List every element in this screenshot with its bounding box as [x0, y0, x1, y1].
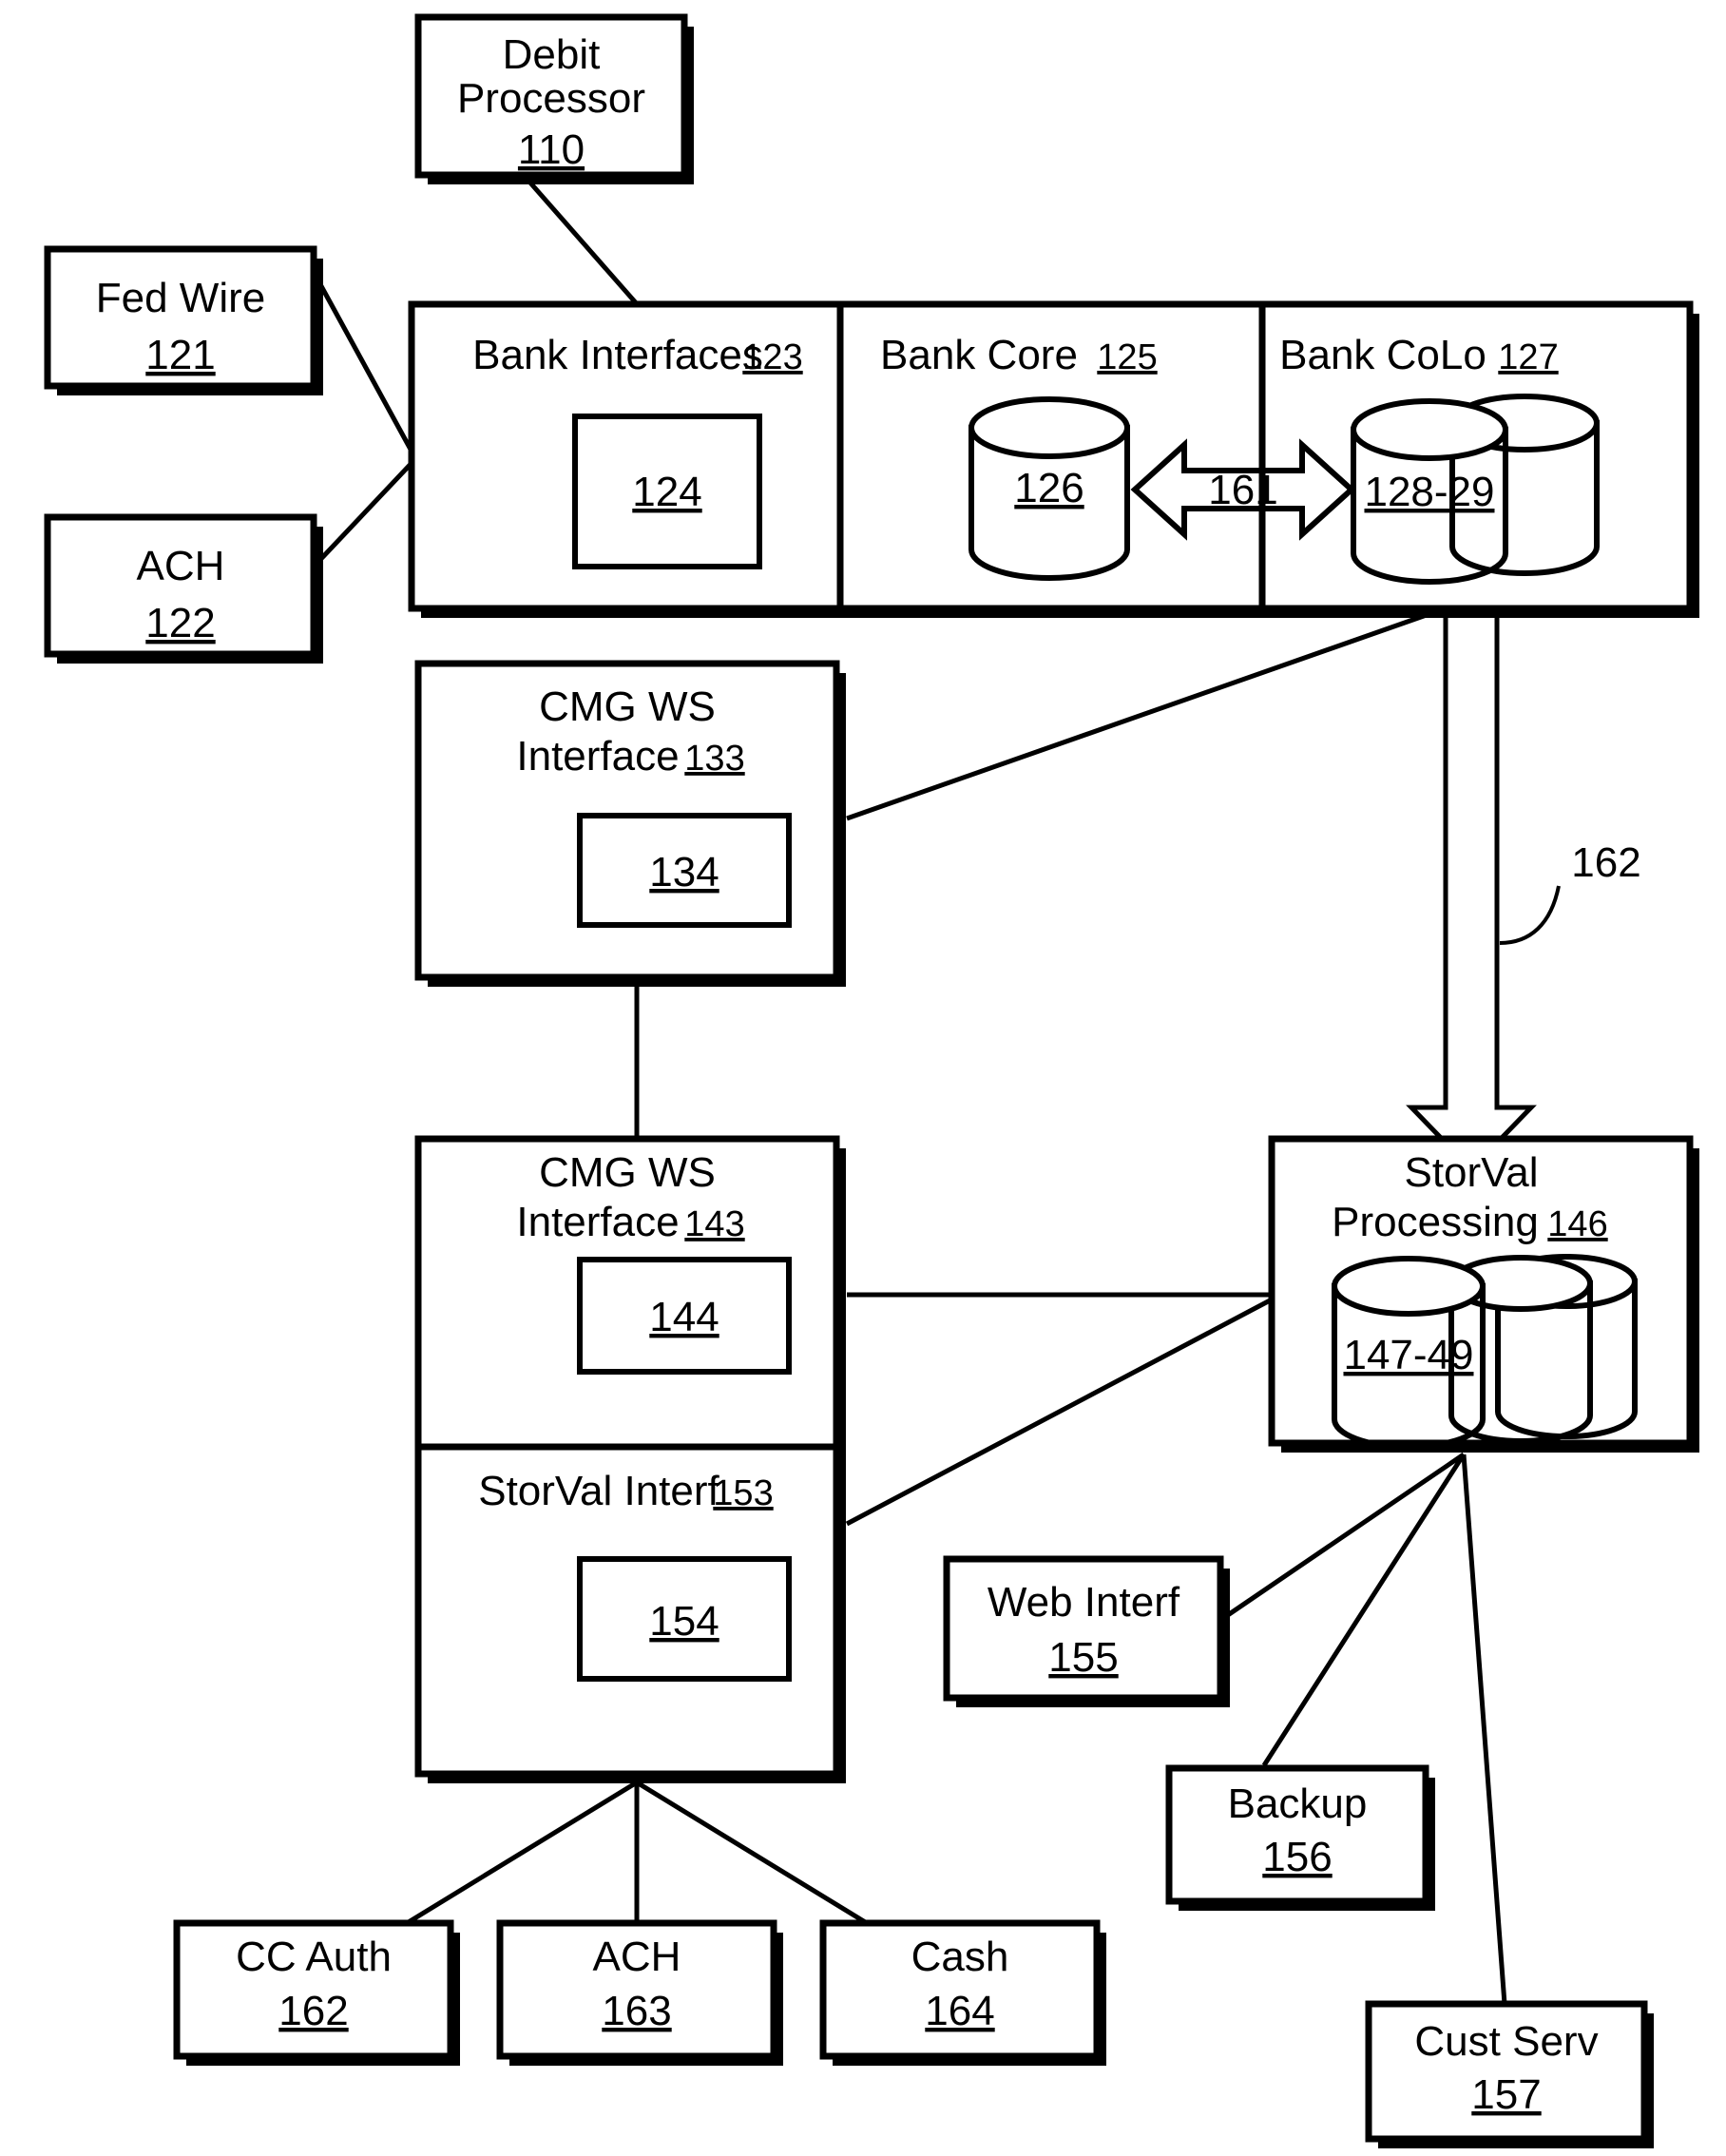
bank-interfaces-ref: 123 — [742, 337, 802, 377]
cmg-ws-133-label-1: CMG WS — [539, 683, 716, 730]
label-162-ref: 162 — [1571, 839, 1640, 886]
block-arrow-162 — [1406, 606, 1561, 1173]
storval-interf-153-inner-ref: 154 — [649, 1598, 719, 1645]
diagram-canvas: 162 Bank Interfaces 123 124 Bank Core 12… — [44, 13, 1699, 2148]
cust-serv-label: Cust Serv — [1414, 2018, 1598, 2065]
storval-processing-label-2: Processing — [1332, 1199, 1539, 1245]
cmg-ws-143-inner-ref: 144 — [649, 1294, 719, 1340]
bank-colo-ref: 127 — [1498, 337, 1558, 377]
bank-colo-db-ref: 128-29 — [1364, 469, 1494, 515]
line-storval153-to-storval — [845, 1297, 1274, 1527]
bank-colo-label: Bank CoLo — [1279, 332, 1486, 378]
web-interf-label: Web Interf — [988, 1579, 1180, 1626]
bank-interfaces-inner-ref: 124 — [632, 469, 701, 515]
cmg-ws-133-inner-ref: 134 — [649, 849, 719, 895]
storval-processing-label-1: StorVal — [1404, 1149, 1538, 1196]
line-storval-to-custserv — [1461, 1453, 1507, 2005]
cmg-ws-143-label-2: Interface — [516, 1199, 679, 1245]
line-debit-to-bank — [527, 179, 641, 308]
backup-ref: 156 — [1262, 1834, 1332, 1880]
debit-processor-label-1: Debit — [503, 31, 601, 78]
cust-serv-ref: 157 — [1471, 2071, 1541, 2118]
fed-wire-ref: 121 — [145, 332, 215, 378]
bank-core-label: Bank Core — [880, 332, 1078, 378]
cc-auth-label: CC Auth — [236, 1934, 392, 1980]
ach-bottom-label: ACH — [593, 1934, 681, 1980]
cmg-ws-143-ref: 143 — [684, 1204, 744, 1244]
web-interf-ref: 155 — [1048, 1634, 1118, 1681]
ach-top-ref: 122 — [145, 600, 215, 646]
cmg-ws-143-label-1: CMG WS — [539, 1149, 716, 1196]
ach-bottom-ref: 163 — [602, 1988, 671, 2034]
line-storval-to-webinterf — [1218, 1452, 1466, 1624]
line-storval-to-backup — [1261, 1453, 1467, 1767]
cmg-ws-133-ref: 133 — [684, 739, 744, 779]
bank-core-db-ref: 126 — [1014, 465, 1084, 511]
debit-processor-ref: 110 — [518, 126, 585, 173]
storval-interf-153-label: StorVal Interf — [478, 1468, 719, 1514]
cmg-ws-133-label-2: Interface — [516, 733, 679, 780]
line-fedwire-to-bank — [313, 274, 417, 458]
bank-core-ref: 125 — [1097, 337, 1157, 377]
patent-figure: 162 Bank Interfaces 123 124 Bank Core 12… — [0, 0, 1726, 2156]
cash-label: Cash — [911, 1934, 1009, 1980]
line-ach-to-bank — [314, 458, 416, 567]
cc-auth-ref: 162 — [278, 1988, 348, 2034]
storval-processing-db-ref: 147-49 — [1343, 1332, 1473, 1378]
line-cmg133-to-bank — [846, 607, 1441, 821]
arrow-161-ref: 161 — [1208, 467, 1277, 513]
fed-wire-label: Fed Wire — [96, 275, 265, 321]
storval-processing-ref: 146 — [1547, 1204, 1607, 1244]
bank-interfaces-label: Bank Interfaces — [472, 332, 763, 378]
storval-interf-153-ref: 153 — [713, 1473, 773, 1513]
debit-processor-label-2: Processor — [457, 75, 645, 122]
cash-ref: 164 — [925, 1988, 994, 2034]
backup-label: Backup — [1228, 1781, 1368, 1827]
ach-top-label: ACH — [137, 543, 225, 589]
